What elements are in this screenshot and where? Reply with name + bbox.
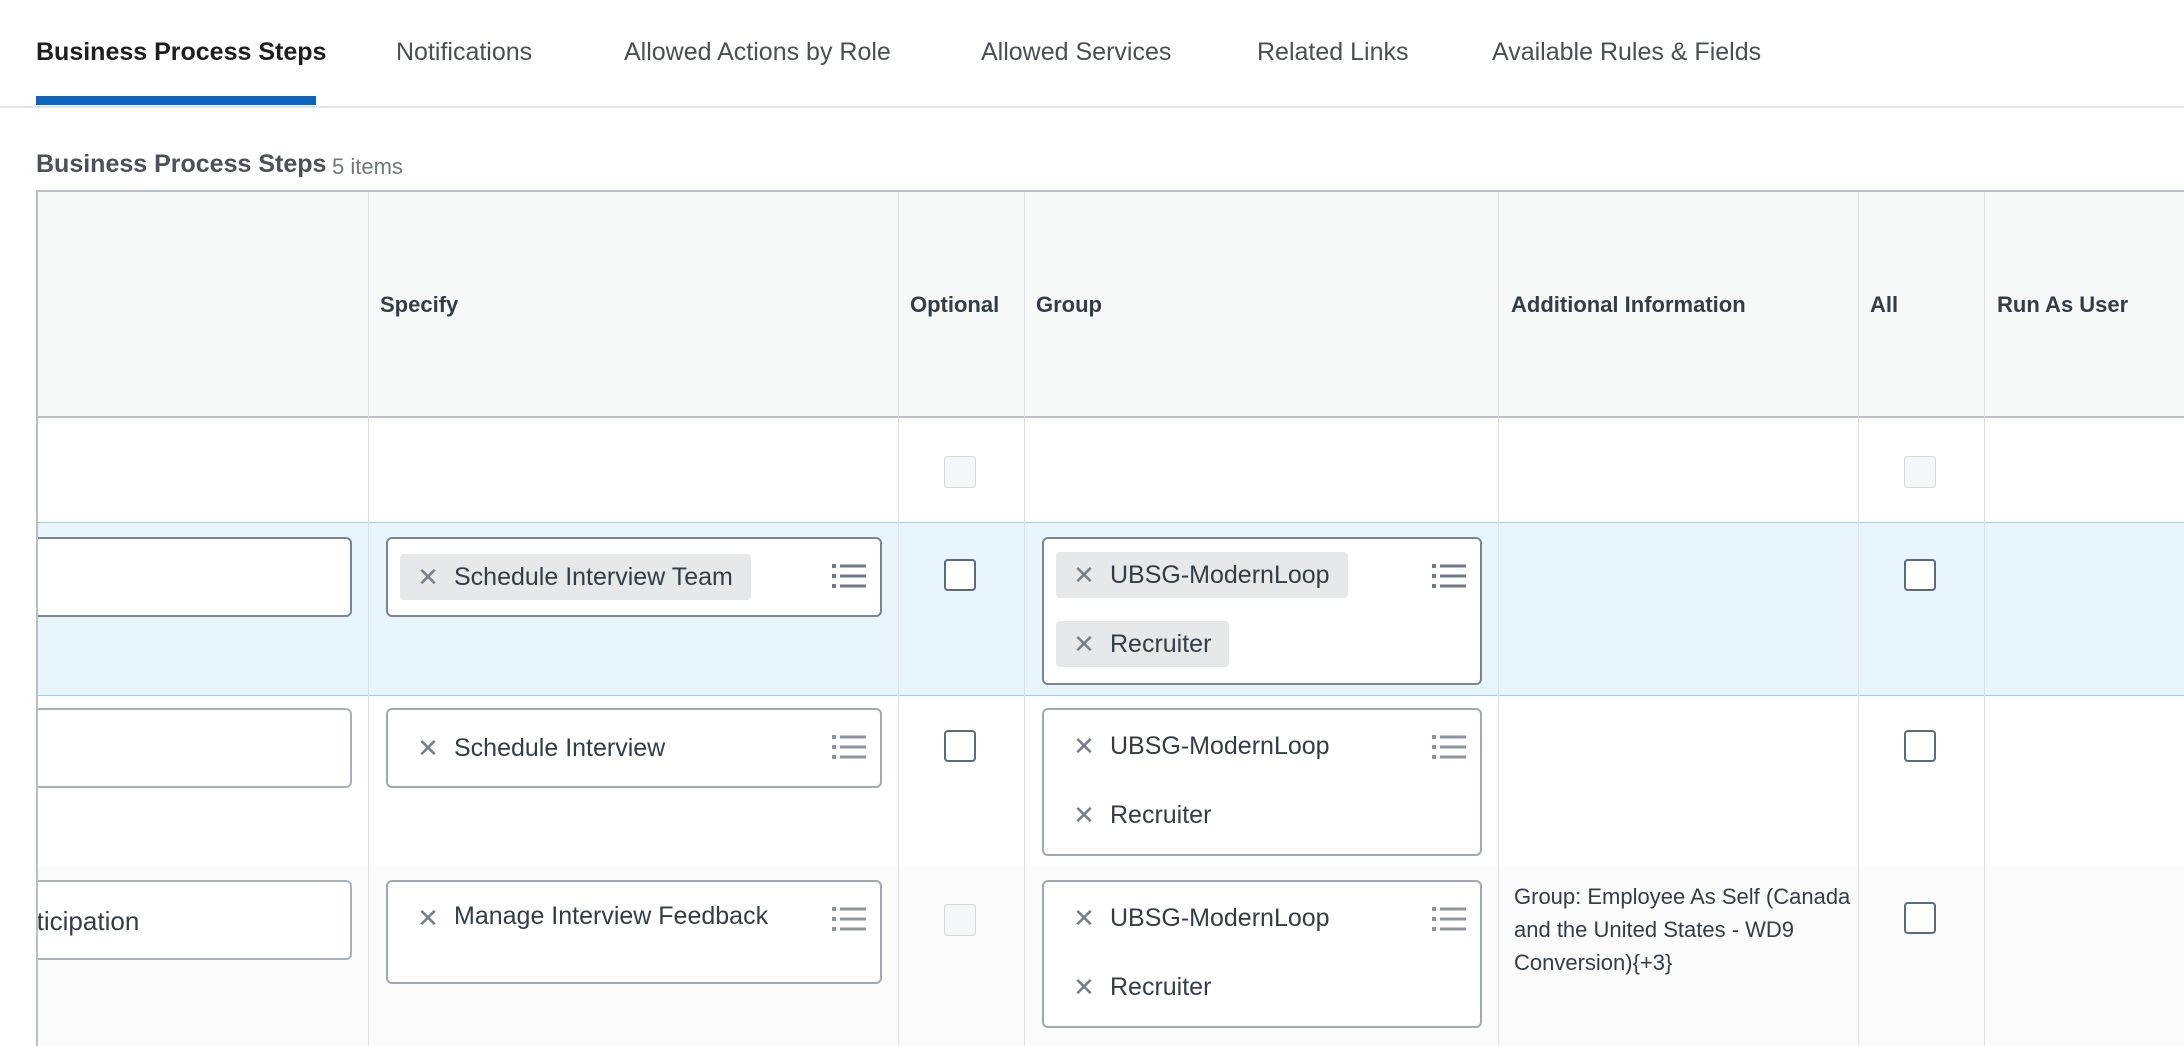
list-icon[interactable]	[1432, 734, 1466, 760]
all-checkbox[interactable]	[1904, 730, 1936, 762]
close-icon[interactable]: ✕	[1070, 800, 1098, 831]
close-icon[interactable]: ✕	[1070, 560, 1098, 591]
tab-notifications[interactable]: Notifications	[396, 38, 532, 67]
pill-label: UBSG-ModernLoop	[1110, 903, 1330, 932]
column-header-group[interactable]: Group	[1036, 292, 1102, 318]
column-divider	[898, 192, 899, 1046]
tab-available-rules-fields[interactable]: Available Rules & Fields	[1492, 38, 1761, 67]
group-pill: ✕ UBSG-ModernLoop	[1056, 723, 1348, 769]
close-icon[interactable]: ✕	[1070, 972, 1098, 1003]
step-name-field[interactable]	[38, 708, 352, 788]
table-row-selected[interactable]: ✕ Schedule Interview Team ✕ UBSG-ModernL…	[38, 522, 2184, 696]
specify-prompt-field[interactable]: ✕ Schedule Interview Team	[386, 537, 882, 617]
tab-business-process-steps[interactable]: Business Process Steps	[36, 38, 326, 67]
list-icon[interactable]	[1432, 563, 1466, 589]
column-header-additional-information[interactable]: Additional Information	[1511, 292, 1746, 318]
group-pill: ✕ UBSG-ModernLoop	[1056, 895, 1348, 941]
optional-checkbox[interactable]	[944, 559, 976, 591]
column-divider	[368, 192, 369, 1046]
step-name-value: rticipation	[36, 906, 140, 936]
group-prompt-field[interactable]: ✕ UBSG-ModernLoop ✕ Recruiter	[1042, 880, 1482, 1028]
list-icon[interactable]	[832, 906, 866, 932]
optional-checkbox[interactable]	[944, 730, 976, 762]
optional-checkbox	[944, 456, 976, 488]
column-divider	[1858, 192, 1859, 1046]
specify-prompt-field[interactable]: ✕ Schedule Interview	[386, 708, 882, 788]
pill-label: UBSG-ModernLoop	[1110, 560, 1330, 589]
group-prompt-field[interactable]: ✕ UBSG-ModernLoop ✕ Recruiter	[1042, 537, 1482, 685]
item-count: 5 items	[332, 154, 403, 179]
pill-label: Recruiter	[1110, 800, 1212, 829]
list-icon[interactable]	[832, 734, 866, 760]
table-row: rticipation ✕ Manage Interview Feedback …	[38, 866, 2184, 1046]
selected-value-pill: ✕ Schedule Interview	[400, 725, 683, 771]
column-header-specify[interactable]: Specify	[380, 292, 458, 318]
column-header-optional[interactable]: Optional	[910, 292, 999, 318]
group-pill: ✕ UBSG-ModernLoop	[1056, 552, 1348, 598]
pill-label: Manage Interview Feedback	[454, 902, 769, 930]
pill-label: Recruiter	[1110, 629, 1212, 658]
column-divider	[1984, 192, 1985, 1046]
close-icon[interactable]: ✕	[1070, 629, 1098, 660]
list-icon[interactable]	[1432, 906, 1466, 932]
optional-checkbox	[944, 904, 976, 936]
group-pill: ✕ Recruiter	[1056, 792, 1229, 838]
all-checkbox[interactable]	[1904, 559, 1936, 591]
all-checkbox[interactable]	[1904, 902, 1936, 934]
grid-header: Specify Optional Group Additional Inform…	[38, 192, 2184, 418]
tab-allowed-actions-by-role[interactable]: Allowed Actions by Role	[624, 38, 891, 67]
tab-allowed-services[interactable]: Allowed Services	[981, 38, 1171, 67]
active-tab-indicator	[36, 96, 316, 105]
list-icon[interactable]	[832, 563, 866, 589]
column-header-all[interactable]: All	[1870, 292, 1898, 318]
all-checkbox	[1904, 456, 1936, 488]
pill-label: Recruiter	[1110, 972, 1212, 1001]
step-name-field[interactable]: rticipation	[36, 880, 352, 960]
business-process-steps-grid: Specify Optional Group Additional Inform…	[36, 190, 2184, 1046]
tab-bar: Business Process Steps Notifications All…	[0, 0, 2184, 108]
column-divider	[1498, 192, 1499, 1046]
pill-label: Schedule Interview	[454, 733, 666, 762]
close-icon[interactable]: ✕	[1070, 731, 1098, 762]
table-row	[38, 418, 2184, 523]
section-title: Business Process Steps	[36, 150, 327, 178]
tab-related-links[interactable]: Related Links	[1257, 38, 1408, 67]
selected-value-pill: ✕ Manage Interview Feedback	[400, 898, 800, 936]
group-prompt-field[interactable]: ✕ UBSG-ModernLoop ✕ Recruiter	[1042, 708, 1482, 856]
pill-label: Schedule Interview Team	[454, 562, 733, 591]
step-name-field[interactable]	[38, 537, 352, 617]
group-pill: ✕ Recruiter	[1056, 621, 1230, 667]
close-icon[interactable]: ✕	[414, 733, 442, 764]
selected-value-pill: ✕ Schedule Interview Team	[400, 554, 751, 600]
group-pill: ✕ Recruiter	[1056, 964, 1229, 1010]
column-header-run-as-user[interactable]: Run As User	[1997, 292, 2128, 318]
close-icon[interactable]: ✕	[414, 562, 442, 593]
close-icon[interactable]: ✕	[1070, 903, 1098, 934]
column-divider	[1024, 192, 1025, 1046]
table-row: ✕ Schedule Interview ✕ UBSG-ModernLoop ✕…	[38, 694, 2184, 867]
pill-label: UBSG-ModernLoop	[1110, 731, 1330, 760]
specify-prompt-field[interactable]: ✕ Manage Interview Feedback	[386, 880, 882, 984]
additional-information-text: Group: Employee As Self (Canada and the …	[1514, 884, 1851, 975]
close-icon[interactable]: ✕	[414, 900, 442, 936]
